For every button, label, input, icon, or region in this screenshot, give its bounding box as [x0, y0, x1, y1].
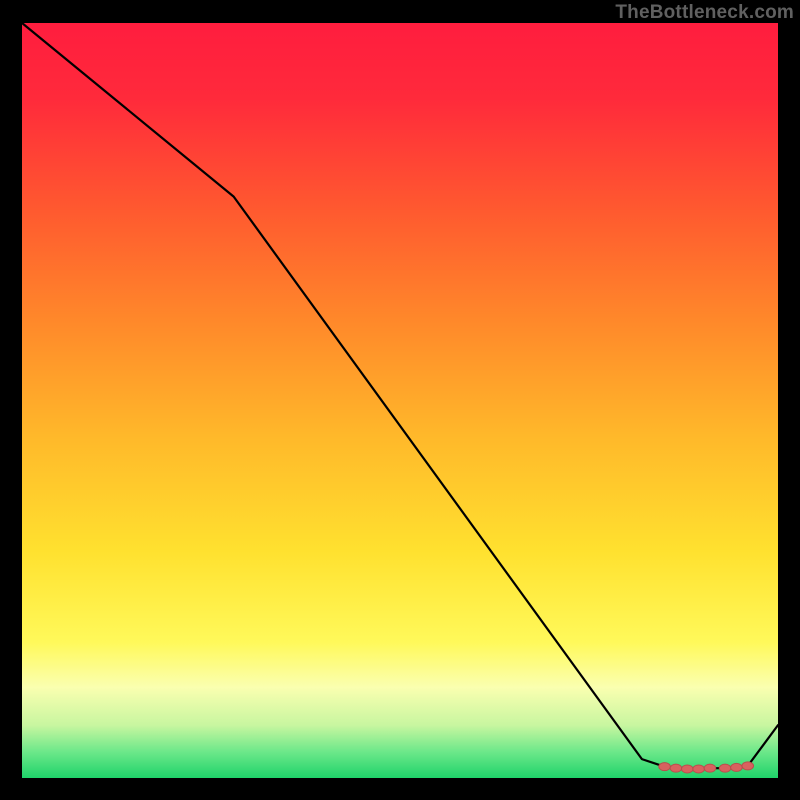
- data-marker: [742, 762, 754, 770]
- data-marker: [670, 764, 682, 772]
- bottleneck-chart: [0, 0, 800, 800]
- data-marker: [659, 763, 671, 771]
- data-marker: [731, 763, 743, 771]
- data-marker: [704, 764, 716, 772]
- plot-background: [22, 23, 778, 778]
- chart-frame: { "watermark": "TheBottleneck.com", "plo…: [0, 0, 800, 800]
- data-marker: [693, 765, 705, 773]
- data-marker: [681, 765, 693, 773]
- data-marker: [719, 764, 731, 772]
